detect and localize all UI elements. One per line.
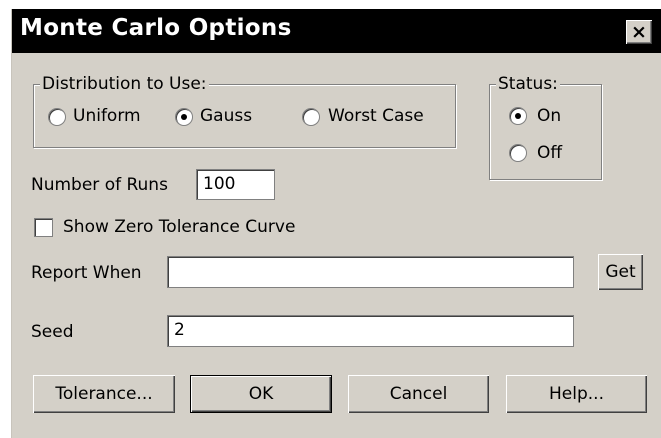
window-title: Monte Carlo Options [20,15,292,41]
report-when-input[interactable] [167,256,574,288]
seed-input[interactable]: 2 [167,315,574,347]
radio-gauss[interactable] [175,108,193,126]
runs-label: Number of Runs [31,175,168,195]
radio-uniform[interactable] [48,108,66,126]
tolerance-button[interactable]: Tolerance... [33,375,175,413]
close-button[interactable]: × [626,20,652,44]
status-legend: Status: [496,74,560,94]
radio-gauss-label[interactable]: Gauss [200,105,252,127]
help-button[interactable]: Help... [506,375,647,413]
radio-uniform-label[interactable]: Uniform [73,105,141,127]
radio-status-off-label[interactable]: Off [537,142,562,164]
close-icon: × [631,21,647,43]
zero-tolerance-label[interactable]: Show Zero Tolerance Curve [63,216,295,238]
distribution-legend: Distribution to Use: [40,74,209,94]
radio-status-on-label[interactable]: On [537,105,561,127]
title-bar[interactable]: Monte Carlo Options × [12,9,661,53]
cancel-button[interactable]: Cancel [348,375,489,413]
radio-worst-case[interactable] [302,108,320,126]
report-when-label: Report When [31,263,142,283]
zero-tolerance-checkbox[interactable] [34,218,53,237]
runs-input[interactable]: 100 [196,169,275,200]
status-group: Status: [489,74,602,180]
radio-status-off[interactable] [509,144,527,162]
ok-button[interactable]: OK [190,375,332,413]
radio-status-on[interactable] [509,107,527,125]
monte-carlo-options-dialog: Monte Carlo Options × Distribution to Us… [11,9,661,438]
get-button[interactable]: Get [598,254,643,290]
seed-label: Seed [31,322,74,342]
radio-worst-case-label[interactable]: Worst Case [328,105,424,127]
